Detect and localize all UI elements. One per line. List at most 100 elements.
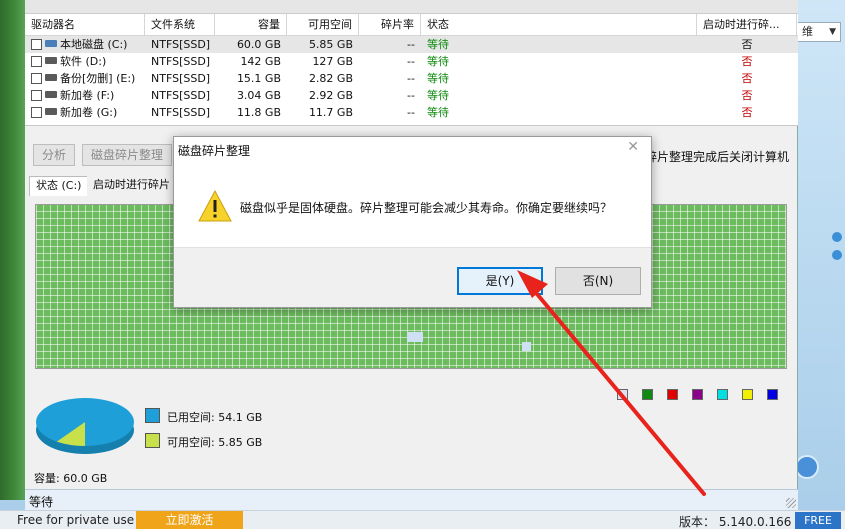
cell-free: 11.7 GB — [308, 106, 353, 119]
cell-frag: -- — [407, 38, 415, 51]
column-header[interactable]: 启动时进行碎... — [697, 14, 797, 35]
background-combo[interactable]: 维 ▼ — [797, 22, 841, 42]
cell-status: 等待 — [427, 89, 449, 102]
drive-name-cell: 备份[勿删] (E:) — [25, 70, 145, 87]
status-text: 等待 — [29, 495, 54, 509]
drive-name-cell: 新加卷 (F:) — [25, 87, 145, 104]
table-header: 驱动器名 文件系统 容量 可用空间 碎片率 状态 启动时进行碎... — [25, 14, 798, 36]
drive-name: 软件 (D:) — [60, 55, 107, 68]
analyze-button[interactable]: 分析 — [33, 144, 76, 166]
free-cluster-block — [522, 342, 531, 351]
drive-checkbox[interactable] — [31, 39, 42, 50]
column-header[interactable]: 碎片率 — [359, 14, 421, 35]
used-space-label: 已用空间: 54.1 GB — [167, 411, 263, 424]
legend-swatch — [767, 389, 778, 400]
cell-fs: NTFS[SSD] — [151, 38, 211, 51]
cell-boot: 否 — [741, 55, 753, 68]
cell-fs: NTFS[SSD] — [151, 89, 211, 102]
version-label: 版本： 5.140.0.166 — [679, 515, 792, 529]
drive-checkbox[interactable] — [31, 107, 42, 118]
column-header[interactable]: 状态 — [421, 14, 697, 35]
activate-button[interactable]: 立即激活 — [136, 511, 243, 529]
column-header[interactable]: 驱动器名 — [25, 14, 145, 35]
toolbar-strip — [25, 0, 798, 14]
drive-rows: 本地磁盘 (C:) NTFS[SSD] 60.0 GB 5.85 GB -- 等待否软件 … — [25, 36, 798, 121]
legend-swatch — [742, 389, 753, 400]
free-space-label: 可用空间: 5.85 GB — [167, 436, 263, 449]
cell-frag: -- — [407, 72, 415, 85]
cell-status: 等待 — [427, 55, 449, 68]
cell-boot: 否 — [741, 89, 753, 102]
drive-name-cell: 本地磁盘 (C:) — [25, 36, 145, 53]
legend-swatch — [667, 389, 678, 400]
cell-frag: -- — [407, 55, 415, 68]
cell-status: 等待 — [427, 72, 449, 85]
cell-fs: NTFS[SSD] — [151, 72, 211, 85]
background-left-strip — [0, 0, 25, 500]
column-header[interactable]: 文件系统 — [145, 14, 215, 35]
drive-name-cell: 软件 (D:) — [25, 53, 145, 70]
drive-icon — [45, 57, 57, 64]
drive-name: 新加卷 (F:) — [60, 89, 115, 102]
background-round-icon[interactable] — [795, 455, 819, 479]
cell-fs: NTFS[SSD] — [151, 55, 211, 68]
drive-checkbox[interactable] — [31, 90, 42, 101]
cell-capacity: 11.8 GB — [236, 106, 281, 119]
cell-boot: 否 — [741, 72, 753, 85]
cell-boot: 否 — [741, 106, 753, 119]
cell-boot: 否 — [741, 38, 753, 51]
cell-free: 2.82 GB — [308, 72, 353, 85]
column-header[interactable]: 可用空间 — [287, 14, 359, 35]
pie-top — [36, 398, 134, 446]
free-cluster-block — [407, 332, 423, 342]
drive-name: 备份[勿删] (E:) — [60, 72, 136, 85]
no-button[interactable]: 否(N) — [555, 267, 641, 295]
status-bar: 等待 — [25, 489, 798, 510]
drive-checkbox[interactable] — [31, 73, 42, 84]
table-row[interactable]: 备份[勿删] (E:) NTFS[SSD] 15.1 GB 2.82 GB -- 等待 否 — [25, 70, 798, 87]
dialog-message: 磁盘似乎是固体硬盘。碎片整理可能会减少其寿命。你确定要继续吗？ — [240, 201, 613, 215]
cell-capacity: 15.1 GB — [236, 72, 281, 85]
cell-capacity: 142 GB — [240, 55, 281, 68]
used-space-swatch — [145, 408, 160, 423]
cell-frag: -- — [407, 89, 415, 102]
legend-swatch — [617, 389, 628, 400]
resize-grip-icon[interactable] — [786, 498, 796, 508]
cell-free: 127 GB — [312, 55, 353, 68]
tab-boot-defrag[interactable]: 启动时进行碎片 — [87, 176, 176, 196]
cell-capacity: 3.04 GB — [236, 89, 281, 102]
cell-free: 5.85 GB — [308, 38, 353, 51]
close-icon[interactable]: ✕ — [627, 139, 639, 155]
drive-name-cell: 新加卷 (G:) — [25, 104, 145, 121]
cell-capacity: 60.0 GB — [236, 38, 281, 51]
tab-status[interactable]: 状态 (C:) — [29, 176, 89, 196]
legend-swatch — [692, 389, 703, 400]
legend-swatch — [642, 389, 653, 400]
background-dot-icon — [832, 250, 842, 260]
cell-free: 2.92 GB — [308, 89, 353, 102]
license-text: Free for private use — [17, 513, 135, 527]
cell-status: 等待 — [427, 38, 449, 51]
shutdown-option-label[interactable]: 碎片整理完成后关闭计算机 — [645, 148, 789, 165]
defrag-confirm-dialog: 磁盘碎片整理 ✕ 磁盘似乎是固体硬盘。碎片整理可能会减少其寿命。你确定要继续吗？… — [173, 136, 652, 308]
disk-usage-pie — [36, 398, 134, 454]
cell-frag: -- — [407, 106, 415, 119]
table-row[interactable]: 软件 (D:) NTFS[SSD] 142 GB 127 GB -- 等待 否 — [25, 53, 798, 70]
drive-checkbox[interactable] — [31, 56, 42, 67]
warning-icon — [198, 190, 232, 222]
dialog-footer: 是(Y) 否(N) — [174, 247, 651, 307]
legend-swatch — [717, 389, 728, 400]
bottom-bar: Free for private use 立即激活 版本： 5.140.0.16… — [0, 510, 845, 529]
table-row[interactable]: 新加卷 (F:) NTFS[SSD] 3.04 GB 2.92 GB -- 等待 否 — [25, 87, 798, 104]
drive-icon — [45, 40, 57, 47]
drive-name: 本地磁盘 (C:) — [60, 38, 128, 51]
defrag-button[interactable]: 磁盘碎片整理 — [82, 144, 173, 166]
yes-button[interactable]: 是(Y) — [457, 267, 543, 295]
drive-icon — [45, 74, 57, 81]
drive-table: 驱动器名 文件系统 容量 可用空间 碎片率 状态 启动时进行碎... 本地磁盘 … — [25, 14, 798, 126]
table-row[interactable]: 新加卷 (G:) NTFS[SSD] 11.8 GB 11.7 GB -- 等待 否 — [25, 104, 798, 121]
cell-status: 等待 — [427, 106, 449, 119]
background-dot-icon — [832, 232, 842, 242]
column-header[interactable]: 容量 — [215, 14, 287, 35]
table-row[interactable]: 本地磁盘 (C:) NTFS[SSD] 60.0 GB 5.85 GB -- 等待 否 — [25, 36, 798, 53]
